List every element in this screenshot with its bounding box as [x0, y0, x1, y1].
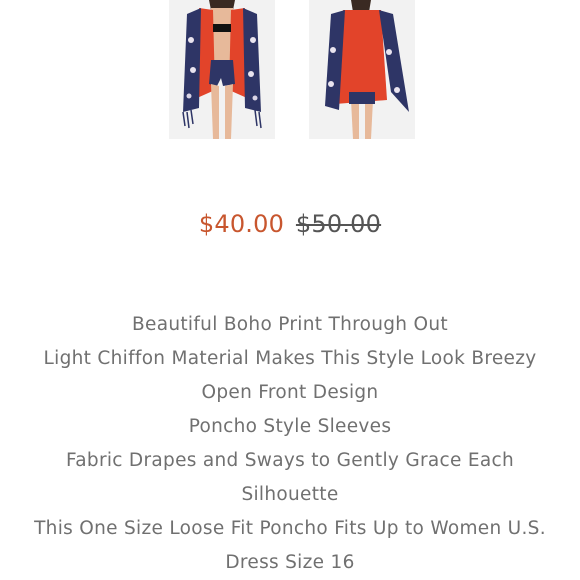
description-line: Open Front Design [201, 382, 379, 403]
price-row: $40.00 $50.00 [0, 206, 580, 242]
product-image-gallery [0, 0, 580, 140]
product-description: Beautiful Boho Print Through Out Light C… [20, 308, 560, 580]
description-line: Light Chiffon Material Makes This Style … [43, 348, 537, 369]
product-thumbnail-front[interactable] [169, 0, 275, 139]
model-back-image [309, 0, 415, 139]
description-line: Fabric Drapes and Sways to Gently Grace … [66, 450, 514, 505]
sale-price: $40.00 [198, 210, 285, 238]
model-front-image [169, 0, 275, 139]
product-thumbnail-back[interactable] [309, 0, 415, 139]
description-line: This One Size Loose Fit Poncho Fits Up t… [34, 518, 546, 573]
description-line: Poncho Style Sleeves [188, 416, 392, 437]
description-line: Beautiful Boho Print Through Out [132, 314, 448, 335]
original-price: $50.00 [295, 210, 382, 238]
